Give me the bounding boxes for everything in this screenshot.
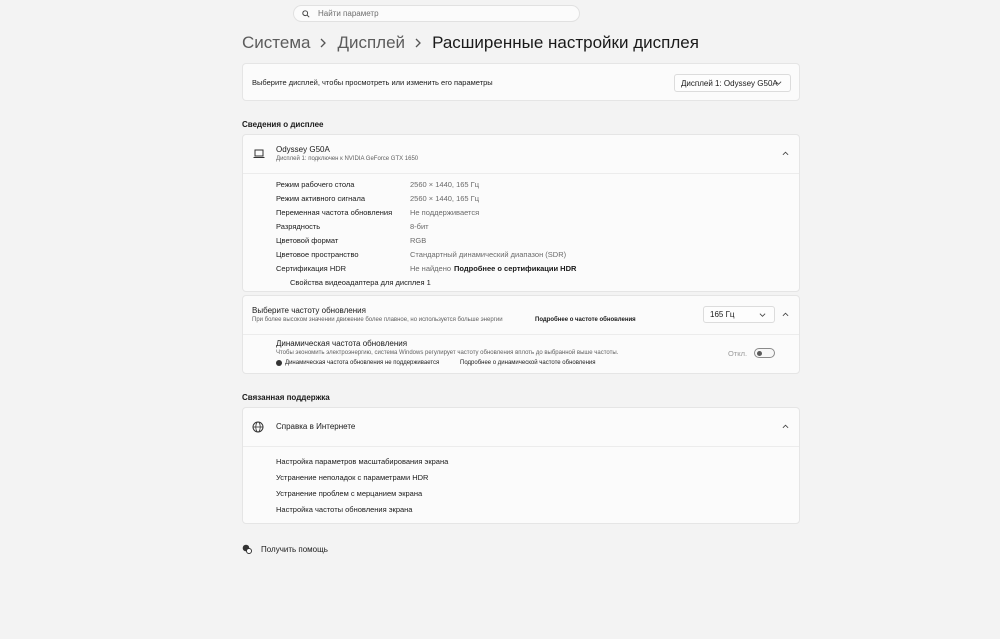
- display-subtitle: Дисплей 1: подключен к NVIDIA GeForce GT…: [276, 156, 419, 162]
- display-info-header[interactable]: Odyssey G50A Дисплей 1: подключен к NVID…: [243, 135, 799, 173]
- globe-icon: [252, 421, 264, 433]
- refresh-rate-value: 165 Гц: [710, 310, 735, 319]
- info-label: Режим активного сигнала: [276, 194, 366, 203]
- info-label: Сертификация HDR: [276, 264, 347, 273]
- info-label: Цветовое пространство: [276, 250, 359, 259]
- divider: [243, 173, 799, 174]
- refresh-rate-link[interactable]: Подробнее о частоте обновления: [535, 317, 636, 323]
- display-info-section-title: Сведения о дисплее: [242, 120, 324, 129]
- info-label: Режим рабочего стола: [276, 180, 355, 189]
- info-value: RGB: [410, 236, 427, 245]
- info-value: 2560 × 1440, 165 Гц: [410, 194, 480, 203]
- page-title: Расширенные настройки дисплея: [432, 33, 699, 52]
- dynamic-refresh-warning: Динамическая частота обновления не подде…: [285, 360, 440, 366]
- refresh-rate-dropdown[interactable]: 165 Гц: [703, 306, 775, 323]
- support-section-title: Связанная поддержка: [242, 393, 330, 402]
- help-icon: [242, 544, 252, 554]
- chevron-up-icon: [782, 424, 789, 429]
- info-value: 2560 × 1440, 165 Гц: [410, 180, 480, 189]
- breadcrumb-system[interactable]: Система: [242, 33, 310, 53]
- chevron-down-icon: [759, 312, 766, 317]
- refresh-rate-title: Выберите частоту обновления: [252, 306, 366, 315]
- info-label: Разрядность: [276, 222, 321, 231]
- info-label: Цветовой формат: [276, 236, 339, 245]
- get-help-link[interactable]: Получить помощь: [242, 544, 328, 554]
- display-dropdown-value: Дисплей 1: Odyssey G50A: [681, 78, 778, 88]
- divider: [243, 446, 799, 447]
- chevron-up-icon[interactable]: [782, 312, 789, 317]
- refresh-rate-desc: При более высоком значении движение боле…: [252, 317, 503, 323]
- display-info-card: Odyssey G50A Дисплей 1: подключен к NVID…: [242, 134, 800, 292]
- search-placeholder: Найти параметр: [318, 9, 379, 18]
- dynamic-refresh-toggle[interactable]: [754, 348, 775, 358]
- info-value: Стандартный динамический диапазон (SDR): [410, 250, 567, 259]
- support-link-flicker[interactable]: Устранение проблем с мерцанием экрана: [276, 489, 422, 498]
- support-link-hdr[interactable]: Устранение неполадок с параметрами HDR: [276, 473, 428, 482]
- dynamic-refresh-title: Динамическая частота обновления: [276, 339, 408, 348]
- support-header-label: Справка в Интернете: [276, 422, 356, 431]
- dynamic-refresh-toggle-label: Откл.: [728, 349, 748, 358]
- support-link-scaling[interactable]: Настройка параметров масштабирования экр…: [276, 457, 448, 466]
- chevron-up-icon: [782, 151, 789, 156]
- display-select-card: Выберите дисплей, чтобы просмотреть или …: [242, 63, 800, 101]
- info-icon: [276, 360, 282, 366]
- search-input[interactable]: Найти параметр: [293, 5, 580, 22]
- info-value: Не найдено: [410, 264, 452, 273]
- divider: [243, 334, 799, 335]
- support-link-refresh[interactable]: Настройка частоты обновления экрана: [276, 505, 412, 514]
- search-icon: [302, 9, 310, 18]
- adapter-properties-link[interactable]: Свойства видеоадаптера для дисплея 1: [290, 278, 431, 287]
- support-header[interactable]: Справка в Интернете: [243, 408, 799, 446]
- chevron-right-icon: [415, 38, 422, 48]
- dynamic-refresh-desc: Чтобы экономить электроэнергию, система …: [276, 350, 619, 356]
- chevron-right-icon: [320, 38, 327, 48]
- display-name: Odyssey G50A: [276, 145, 330, 154]
- chevron-down-icon: [775, 81, 782, 85]
- support-card: Справка в Интернете Настройка параметров…: [242, 407, 800, 524]
- display-select-prompt: Выберите дисплей, чтобы просмотреть или …: [252, 78, 493, 87]
- breadcrumb-display[interactable]: Дисплей: [337, 33, 405, 53]
- toggle-knob: [757, 350, 762, 356]
- hdr-certification-link[interactable]: Подробнее о сертификации HDR: [454, 264, 576, 273]
- display-dropdown[interactable]: Дисплей 1: Odyssey G50A: [674, 74, 791, 92]
- info-value: Не поддерживается: [410, 208, 480, 217]
- info-value: 8-бит: [410, 222, 429, 231]
- info-label: Переменная частота обновления: [276, 208, 393, 217]
- get-help-label: Получить помощь: [261, 544, 328, 554]
- laptop-icon: [253, 149, 265, 158]
- breadcrumb: Система Дисплей Расширенные настройки ди…: [242, 32, 699, 54]
- dynamic-refresh-link[interactable]: Подробнее о динамической частоте обновле…: [460, 360, 596, 366]
- refresh-rate-card: Выберите частоту обновления При более вы…: [242, 295, 800, 374]
